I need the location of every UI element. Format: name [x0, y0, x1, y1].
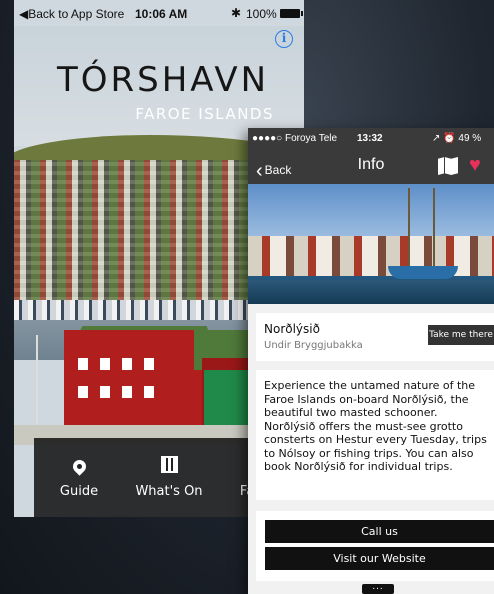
actions-card: Call us Visit our Website: [256, 511, 494, 581]
map-icon[interactable]: [438, 157, 458, 175]
calendar-icon: [160, 456, 178, 473]
status-bar: ●●●●○ Foroya Tele 13:32 ↗ ⏰ 49 %: [248, 128, 494, 148]
battery-percent: 100%: [246, 7, 277, 21]
status-time: 13:32: [357, 133, 383, 144]
visit-website-button[interactable]: Visit our Website: [265, 547, 494, 570]
place-card: Norðlýsið Undir Bryggjubakka Take me the…: [256, 313, 494, 361]
carrier: ●●●●○ Foroya Tele: [252, 133, 338, 144]
tab-whats-on[interactable]: What's On: [124, 438, 214, 517]
favourite-heart-icon[interactable]: ♥: [469, 154, 481, 177]
status-bar: ◀Back to App Store 10:06 AM ✱ 100%: [14, 0, 304, 26]
info-screen: ●●●●○ Foroya Tele 13:32 ↗ ⏰ 49 % ‹ Back I…: [248, 128, 494, 594]
ship-mast: [408, 188, 410, 268]
schooner-hull: [388, 266, 458, 279]
status-time: 10:06 AM: [135, 7, 188, 21]
bluetooth-icon: ✱: [231, 6, 242, 20]
app-subtitle: FAROE ISLANDS: [135, 105, 274, 123]
tab-guide[interactable]: Guide: [34, 438, 124, 517]
tab-label: What's On: [135, 484, 203, 499]
take-me-there-button[interactable]: Take me there: [428, 325, 494, 345]
nav-bar: ‹ Back Info ♥: [248, 148, 494, 184]
more-icon[interactable]: ...: [362, 582, 394, 594]
place-description: Experience the untamed nature of the Far…: [264, 379, 487, 473]
call-us-button[interactable]: Call us: [265, 520, 494, 543]
info-icon[interactable]: i: [275, 30, 293, 48]
tab-label: Guide: [59, 484, 99, 499]
description-card: Experience the untamed nature of the Far…: [256, 370, 494, 500]
place-location: Undir Bryggjubakka: [264, 340, 363, 351]
map-pin-icon: [69, 457, 89, 476]
app-title: TÓRSHAVN: [56, 60, 270, 100]
back-to-app-store-link[interactable]: ◀Back to App Store: [19, 7, 124, 21]
ship-mast: [433, 188, 435, 268]
battery-percent: ↗ ⏰ 49 %: [432, 133, 482, 144]
red-house: [64, 330, 214, 430]
place-name: Norðlýsið: [264, 322, 320, 336]
battery-icon: [280, 9, 303, 18]
water: [248, 280, 494, 304]
